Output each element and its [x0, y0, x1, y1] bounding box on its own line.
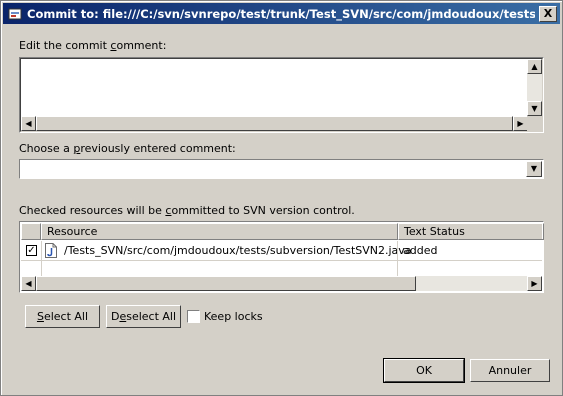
column-divider [41, 241, 42, 276]
cancel-button[interactable]: Annuler [470, 359, 550, 382]
commit-comment-textarea[interactable]: ▲ ▼ ◀ ▶ [19, 57, 544, 133]
resources-label: Checked resources will be committed to S… [19, 204, 355, 217]
commit-dialog: Commit to: file:///C:/svn/svnrepo/test/t… [0, 0, 563, 396]
table-header: Resource Text Status [21, 223, 544, 240]
text-status: added [403, 244, 438, 257]
java-file-icon [45, 243, 57, 258]
scroll-up-icon[interactable]: ▲ [527, 59, 542, 74]
resources-table[interactable]: Resource Text Status ✓ /Tests_SVN/src/co… [19, 221, 544, 293]
table-row[interactable]: ✓ /Tests_SVN/src/com/jmdoudoux/tests/sub… [21, 241, 542, 260]
ok-button[interactable]: OK [383, 358, 465, 383]
svn-icon [8, 8, 22, 20]
keep-locks-checkbox[interactable] [187, 310, 200, 323]
header-text-status[interactable]: Text Status [398, 223, 544, 240]
keep-locks-label: Keep locks [204, 310, 263, 323]
scroll-right-icon[interactable]: ▶ [527, 276, 542, 291]
scroll-thumb[interactable] [36, 116, 513, 131]
column-divider [397, 241, 398, 276]
scroll-left-icon[interactable]: ◀ [21, 276, 36, 291]
comment-label: Edit the commit comment: [19, 39, 167, 52]
deselect-all-button[interactable]: Deselect All [106, 305, 181, 328]
previous-comment-combo[interactable]: ▼ [19, 159, 544, 179]
previous-comment-label: Choose a previously entered comment: [19, 142, 236, 155]
window-title: Commit to: file:///C:/svn/svnrepo/test/t… [27, 7, 535, 21]
row-divider [21, 260, 542, 261]
scroll-right-icon[interactable]: ▶ [513, 116, 528, 131]
scroll-thumb[interactable] [36, 276, 416, 291]
title-bar[interactable]: Commit to: file:///C:/svn/svnrepo/test/t… [3, 3, 560, 24]
resource-path: /Tests_SVN/src/com/jmdoudoux/tests/subve… [64, 244, 412, 257]
scroll-corner [527, 116, 542, 131]
close-icon[interactable]: X [539, 6, 557, 22]
select-all-button[interactable]: Select All [25, 305, 100, 328]
row-checkbox[interactable]: ✓ [26, 245, 37, 256]
comment-horizontal-scrollbar[interactable]: ◀ ▶ [21, 116, 528, 131]
scroll-down-icon[interactable]: ▼ [527, 101, 542, 116]
table-horizontal-scrollbar[interactable]: ◀ ▶ [21, 276, 542, 291]
chevron-down-icon[interactable]: ▼ [526, 161, 542, 177]
header-resource[interactable]: Resource [41, 223, 398, 240]
header-check-column [21, 223, 41, 240]
comment-vertical-scrollbar[interactable]: ▲ ▼ [527, 59, 542, 116]
scroll-left-icon[interactable]: ◀ [21, 116, 36, 131]
